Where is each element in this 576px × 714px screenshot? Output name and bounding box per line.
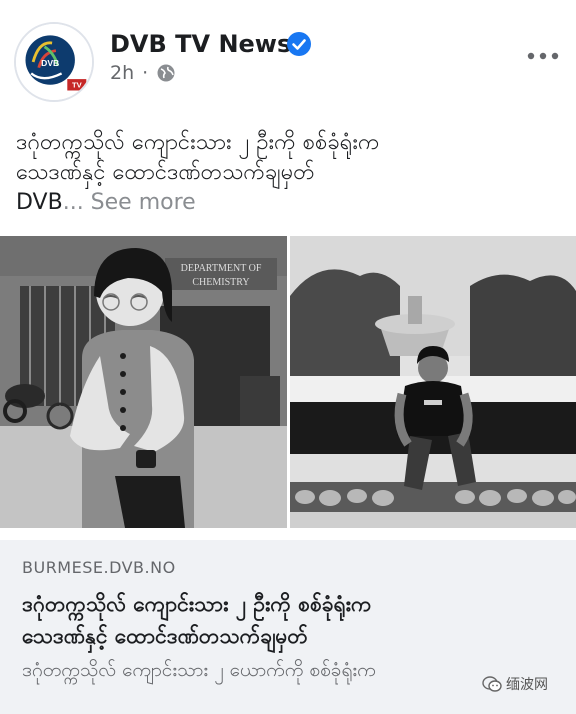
link-title: ဒဂုံတက္ကသိုလ် ကျောင်းသား ၂ ဦးကို စစ်ခုံရ… (22, 588, 552, 652)
watermark-text: 缅波网 (506, 677, 548, 693)
post-meta: 2h · (110, 62, 176, 84)
link-title-line: ဒဂုံတက္ကသိုလ် ကျောင်းသား ၂ ဦးကို စစ်ခုံရ… (22, 592, 372, 616)
meta-separator: · (142, 62, 149, 84)
photo-right-image (290, 236, 576, 528)
post-caption: ဒဂုံတက္ကသိုလ် ကျောင်းသား ၂ ဦးကို စစ်ခုံရ… (16, 128, 562, 218)
caption-tail: DVB (16, 190, 63, 215)
caption-line: သေဒဏ်နှင့် ထောင်ဒဏ်တသက်ချမှတ် (16, 160, 315, 185)
avatar-badge-text: TV (72, 81, 83, 90)
post-header: DVB TV DVB TV News 2h · (0, 0, 576, 110)
globe-icon[interactable] (156, 63, 176, 83)
photo-female-student[interactable]: DEPARTMENT OF CHEMISTRY (0, 236, 287, 528)
page-avatar[interactable]: DVB TV (14, 22, 94, 102)
avatar-logo-text: DVB (41, 58, 59, 68)
link-title-line: သေဒဏ်နှင့် ထောင်ဒဏ်တသက်ချမှတ် (22, 624, 308, 648)
caption-line: ဒဂုံတက္ကသိုလ် ကျောင်းသား ၂ ဦးကို စစ်ခုံရ… (16, 130, 380, 155)
link-domain: BURMESE.DVB.NO (22, 558, 176, 577)
page-name[interactable]: DVB TV News (110, 30, 291, 58)
sign-text-line2: CHEMISTRY (192, 277, 249, 288)
verified-badge-icon (287, 32, 311, 56)
see-more-link[interactable]: ... See more (63, 190, 196, 215)
photo-left-image: DEPARTMENT OF CHEMISTRY (0, 236, 287, 528)
wechat-icon (482, 676, 502, 692)
sign-text-line1: DEPARTMENT OF (181, 263, 262, 274)
photo-male-student[interactable] (290, 236, 576, 528)
caption-line-last: DVB... See more (16, 188, 562, 218)
dvb-logo-icon: DVB TV (16, 24, 92, 100)
watermark: 缅波网 (482, 674, 548, 694)
more-options-icon[interactable] (523, 44, 563, 68)
link-description: ဒဂုံတက္ကသိုလ် ကျောင်းသား ၂ ယောက်ကို စစ်ခ… (22, 659, 376, 681)
post-timestamp[interactable]: 2h (110, 62, 134, 84)
